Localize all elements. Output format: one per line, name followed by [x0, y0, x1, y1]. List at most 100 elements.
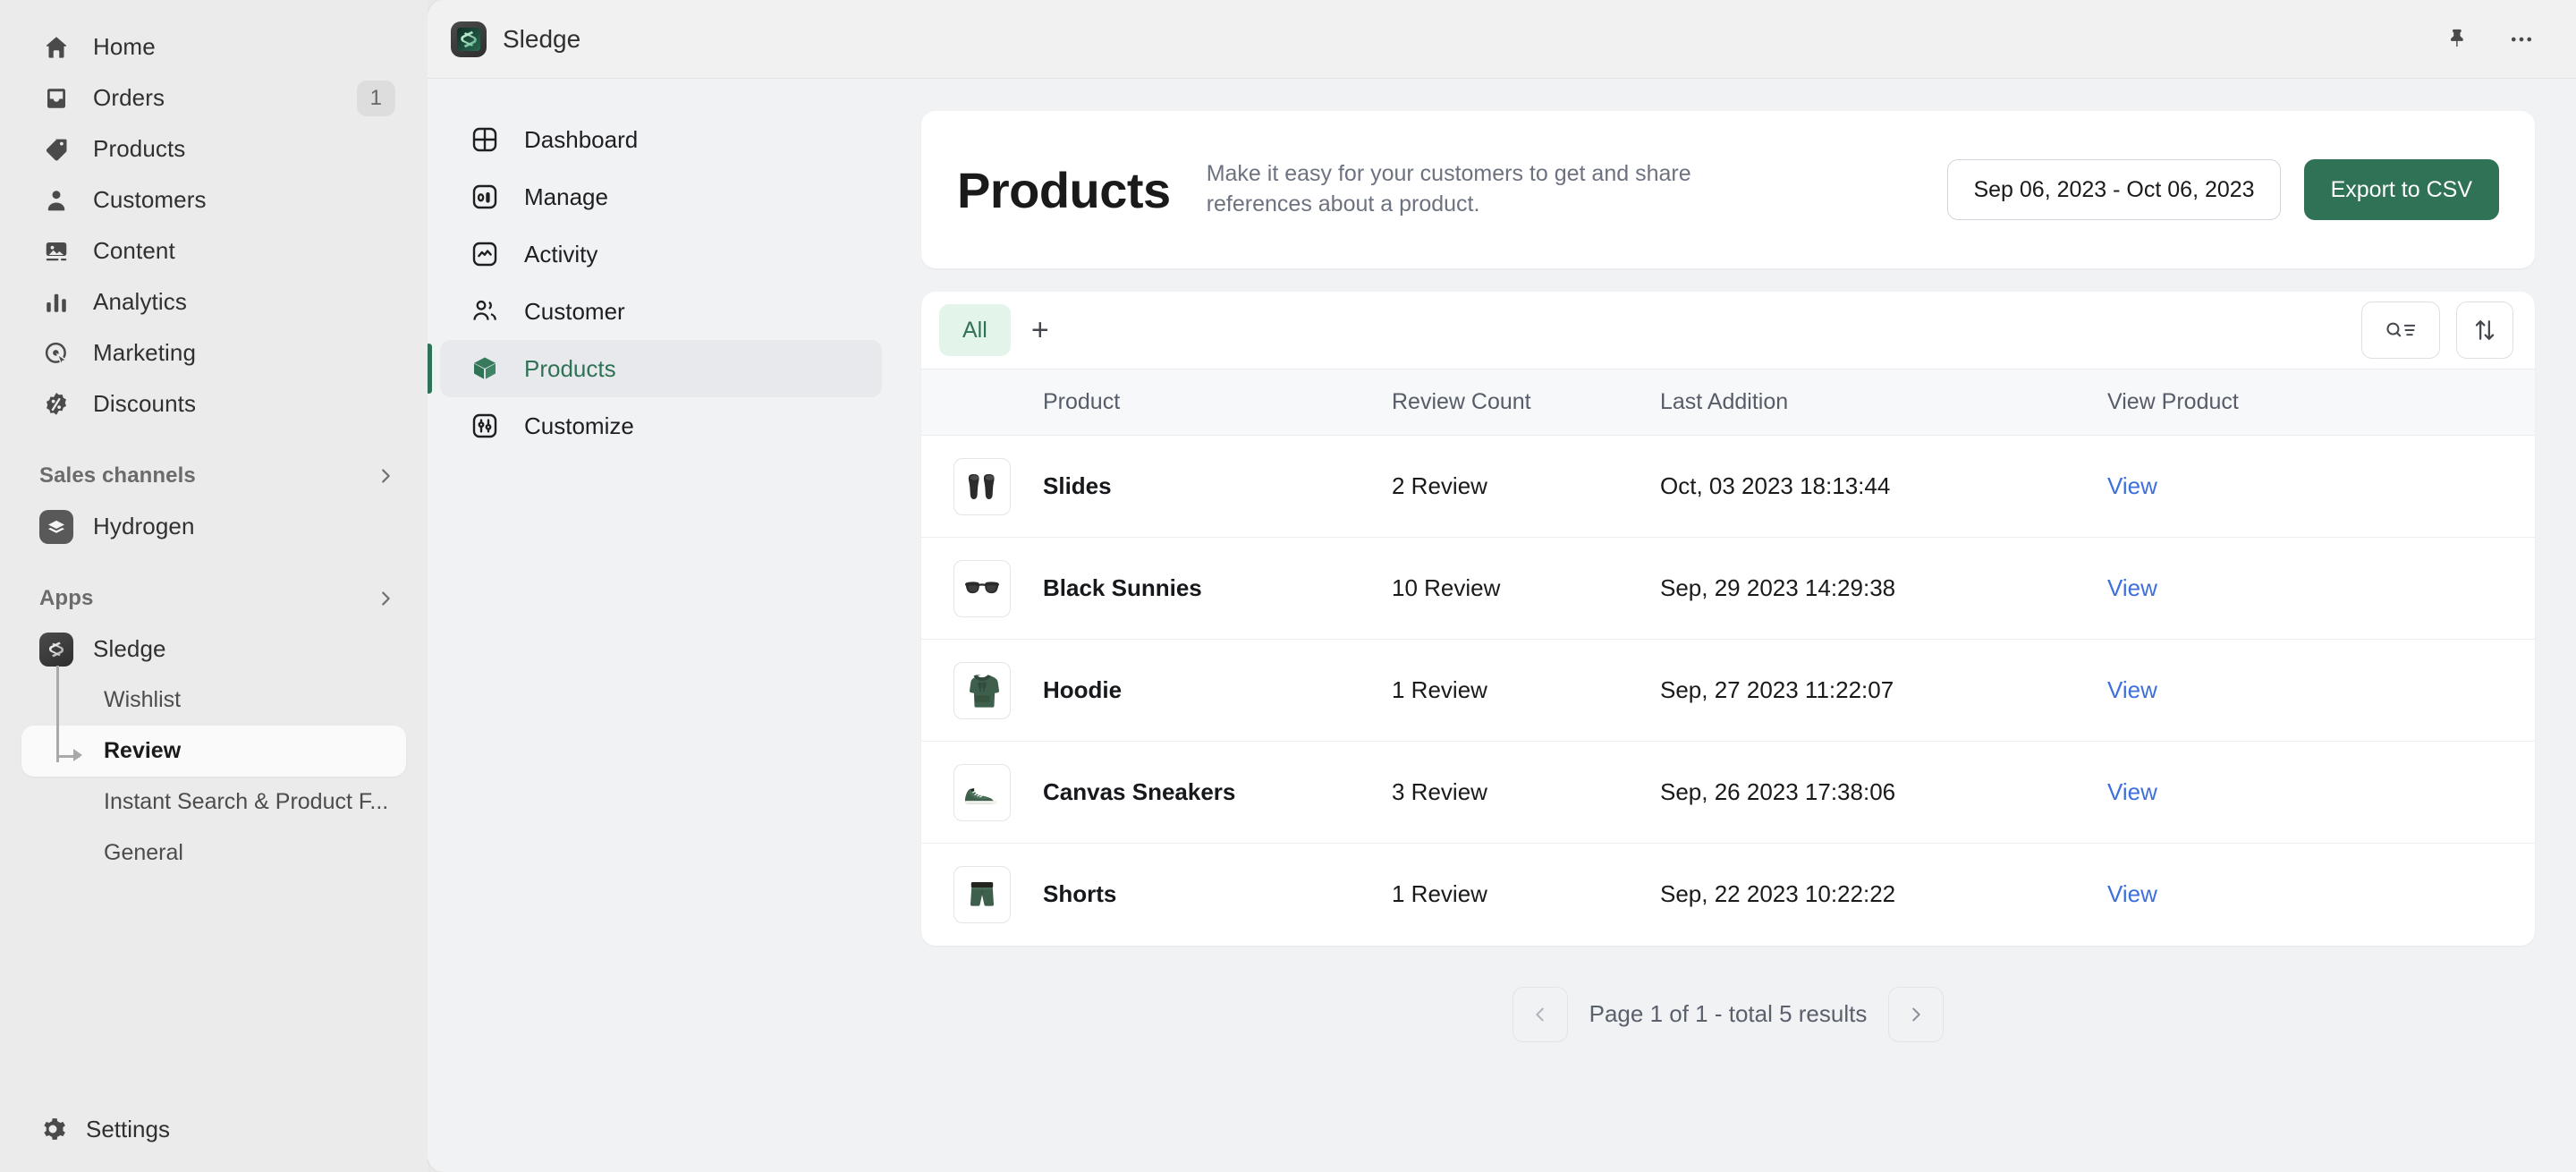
hero-actions: Sep 06, 2023 - Oct 06, 2023 Export to CS… — [1947, 159, 2499, 220]
row-view-link[interactable]: View — [2107, 538, 2535, 640]
row-view-link[interactable]: View — [2107, 640, 2535, 742]
row-last-addition: Sep, 22 2023 10:22:22 — [1660, 844, 2107, 946]
sidebar-section-sales-channels[interactable]: Sales channels — [21, 453, 406, 499]
sidebar-item-sledge[interactable]: Sledge — [21, 624, 406, 675]
sidebar-item-label: Orders — [93, 84, 165, 112]
row-last-addition: Sep, 29 2023 14:29:38 — [1660, 538, 2107, 640]
pin-icon[interactable] — [2436, 19, 2478, 60]
shopify-sidebar: Home Orders 1 Products Customers — [0, 0, 428, 1172]
sidebar-item-content[interactable]: Content — [21, 225, 406, 276]
hydrogen-app-icon — [39, 510, 73, 544]
row-view-link[interactable]: View — [2107, 436, 2535, 538]
row-review-count: 2 Review — [1392, 436, 1660, 538]
sidebar-item-hydrogen[interactable]: Hydrogen — [21, 501, 406, 552]
target-cursor-icon — [39, 336, 73, 370]
sledge-app-icon — [451, 21, 487, 57]
tab-all[interactable]: All — [939, 304, 1011, 356]
subnav-item-customize[interactable]: Customize — [440, 397, 882, 454]
row-product-name: Hoodie — [1043, 640, 1392, 742]
sidebar-item-label: Home — [93, 33, 156, 61]
row-review-count: 1 Review — [1392, 640, 1660, 742]
embedded-app: Sledge Dashboard — [428, 0, 2576, 1172]
table-body: Slides 2 Review Oct, 03 2023 18:13:44 Vi… — [921, 436, 2535, 946]
row-thumb-cell — [921, 538, 1043, 640]
tab-bar-actions — [2361, 301, 2513, 359]
row-view-link[interactable]: View — [2107, 844, 2535, 946]
subnav-item-label: Customer — [524, 298, 625, 326]
row-product-name: Slides — [1043, 436, 1392, 538]
subnav-item-label: Manage — [524, 183, 608, 211]
pagination: Page 1 of 1 - total 5 results — [921, 987, 2535, 1042]
person-icon — [39, 183, 73, 217]
row-product-name: Shorts — [1043, 844, 1392, 946]
chevron-left-icon — [1530, 1005, 1550, 1024]
section-label: Sales channels — [39, 463, 196, 488]
row-product-name: Canvas Sneakers — [1043, 742, 1392, 844]
settings-label: Settings — [86, 1116, 170, 1143]
search-filter-button[interactable] — [2361, 301, 2440, 359]
row-review-count: 10 Review — [1392, 538, 1660, 640]
app-subnav: Dashboard Manage Activity — [428, 79, 894, 1172]
image-icon — [39, 234, 73, 268]
subitem-label: General — [104, 840, 183, 866]
page-subtitle: Make it easy for your customers to get a… — [1207, 159, 1707, 220]
sidebar-item-label: Hydrogen — [93, 513, 195, 540]
sort-arrows-icon — [2473, 318, 2496, 343]
subitem-label: Instant Search & Product F... — [104, 789, 388, 815]
subnav-item-manage[interactable]: Manage — [440, 168, 882, 225]
sidebar-item-orders[interactable]: Orders 1 — [21, 72, 406, 123]
subnav-item-activity[interactable]: Activity — [440, 225, 882, 283]
subnav-item-dashboard[interactable]: Dashboard — [440, 111, 882, 168]
subnav-item-label: Products — [524, 355, 616, 383]
sidebar-subitem-wishlist[interactable]: Wishlist — [21, 675, 406, 726]
col-header-last-addition: Last Addition — [1660, 369, 2107, 436]
manage-chart-icon — [467, 183, 503, 211]
sidebar-item-products[interactable]: Products — [21, 123, 406, 174]
page-title: Products — [957, 161, 1171, 219]
add-tab-button[interactable]: + — [1016, 306, 1064, 354]
sidebar-item-label: Content — [93, 237, 175, 265]
discount-badge-icon — [39, 387, 73, 421]
date-range-picker[interactable]: Sep 06, 2023 - Oct 06, 2023 — [1947, 159, 2280, 220]
row-thumb-cell — [921, 844, 1043, 946]
sidebar-item-settings[interactable]: Settings — [0, 1086, 428, 1172]
tree-line — [56, 666, 59, 762]
sort-button[interactable] — [2456, 301, 2513, 359]
subnav-item-products[interactable]: Products — [440, 340, 882, 397]
sidebar-item-discounts[interactable]: Discounts — [21, 378, 406, 429]
pagination-status: Page 1 of 1 - total 5 results — [1589, 1000, 1868, 1028]
activity-pulse-icon — [467, 240, 503, 268]
row-view-link[interactable]: View — [2107, 742, 2535, 844]
ellipsis-icon[interactable] — [2501, 19, 2542, 60]
sidebar-item-home[interactable]: Home — [21, 21, 406, 72]
slides-thumb — [953, 458, 1011, 515]
pagination-prev-button[interactable] — [1513, 987, 1568, 1042]
dashboard-grid-icon — [467, 125, 503, 154]
sidebar-item-marketing[interactable]: Marketing — [21, 327, 406, 378]
export-to-csv-button[interactable]: Export to CSV — [2304, 159, 2499, 220]
products-card: All + — [921, 292, 2535, 946]
subnav-item-label: Activity — [524, 241, 597, 268]
hoodie-thumb — [953, 662, 1011, 719]
chevron-right-icon — [1906, 1005, 1926, 1024]
sidebar-nav-scroll: Home Orders 1 Products Customers — [0, 0, 428, 1086]
customers-icon — [467, 297, 503, 326]
tree-arrow-icon — [73, 749, 82, 761]
section-label: Apps — [39, 586, 93, 611]
row-last-addition: Oct, 03 2023 18:13:44 — [1660, 436, 2107, 538]
sidebar-subitem-general[interactable]: General — [21, 828, 406, 879]
row-thumb-cell — [921, 436, 1043, 538]
col-header-product: Product — [1043, 369, 1392, 436]
topbar-actions — [2436, 19, 2555, 60]
sidebar-subitem-instant-search[interactable]: Instant Search & Product F... — [21, 777, 406, 828]
table-row: Shorts 1 Review Sep, 22 2023 10:22:22 Vi… — [921, 844, 2535, 946]
sidebar-item-analytics[interactable]: Analytics — [21, 276, 406, 327]
sidebar-section-apps[interactable]: Apps — [21, 575, 406, 622]
chevron-right-icon — [376, 589, 395, 608]
subitem-label: Review — [104, 738, 181, 764]
orders-icon — [39, 81, 73, 115]
bar-chart-icon — [39, 285, 73, 319]
subnav-item-customer[interactable]: Customer — [440, 283, 882, 340]
sidebar-item-customers[interactable]: Customers — [21, 174, 406, 225]
pagination-next-button[interactable] — [1888, 987, 1944, 1042]
